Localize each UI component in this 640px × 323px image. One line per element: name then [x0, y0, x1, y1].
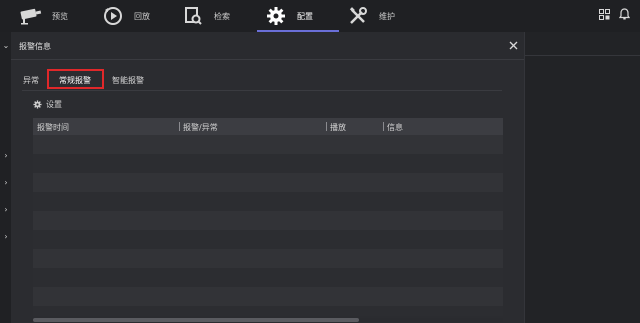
tab-divider — [22, 90, 502, 91]
nav-item-config[interactable]: 配置 — [263, 0, 313, 32]
panel-header: 报警信息 — [11, 32, 524, 60]
playback-icon — [100, 3, 126, 29]
table-row — [33, 135, 503, 154]
nav-item-maintenance[interactable]: 维护 — [345, 0, 395, 32]
top-navigation-bar: 预览 回放 检索 配置 维护 — [0, 0, 640, 32]
nav-item-search[interactable]: 检索 — [180, 0, 230, 32]
column-separator[interactable] — [326, 122, 327, 131]
camera-icon — [18, 3, 44, 29]
nav-item-preview[interactable]: 预览 — [18, 0, 68, 32]
column-separator[interactable] — [179, 122, 180, 131]
table-row — [33, 173, 503, 192]
settings-button[interactable]: 设置 — [33, 98, 62, 110]
right-area-header — [525, 32, 640, 56]
column-header-alarm-exception[interactable]: 报警/异常 — [183, 122, 218, 133]
table-row — [33, 287, 503, 306]
grid-icon[interactable] — [597, 7, 611, 21]
scrollbar-thumb[interactable] — [33, 318, 359, 322]
column-separator[interactable] — [383, 122, 384, 131]
tools-icon — [345, 3, 371, 29]
settings-label: 设置 — [46, 99, 62, 109]
table-row — [33, 192, 503, 211]
nav-item-playback[interactable]: 回放 — [100, 0, 150, 32]
table-row — [33, 249, 503, 268]
nav-label-playback: 回放 — [134, 11, 150, 21]
tab-smart-alarm[interactable]: 智能报警 — [112, 75, 144, 86]
column-header-alarm-time[interactable]: 报警时间 — [37, 122, 69, 133]
chevron-right-icon[interactable]: › — [2, 233, 10, 241]
nav-label-preview: 预览 — [52, 11, 68, 21]
gear-icon — [263, 3, 289, 29]
chevron-right-icon[interactable]: › — [2, 206, 10, 214]
tab-highlight-box — [47, 69, 104, 89]
settings-gear-icon — [33, 99, 42, 109]
left-gutter: ⌄ › › › › — [0, 32, 11, 323]
table-row — [33, 154, 503, 173]
column-header-info[interactable]: 信息 — [387, 122, 403, 133]
close-icon — [509, 41, 517, 49]
nav-label-config: 配置 — [297, 11, 313, 21]
table-row — [33, 268, 503, 287]
panel-title: 报警信息 — [19, 42, 51, 51]
nav-label-search: 检索 — [214, 11, 230, 21]
chevron-down-icon[interactable]: ⌄ — [2, 42, 10, 50]
right-side-area — [524, 32, 640, 323]
tab-exception[interactable]: 异常 — [23, 75, 39, 86]
chevron-right-icon[interactable]: › — [2, 179, 10, 187]
table-row — [33, 211, 503, 230]
horizontal-scrollbar[interactable] — [33, 318, 503, 322]
nav-label-maintenance: 维护 — [379, 11, 395, 21]
alarm-table: 报警时间 报警/异常 播放 信息 — [33, 118, 503, 316]
table-header: 报警时间 报警/异常 播放 信息 — [33, 118, 503, 135]
close-button[interactable] — [507, 39, 519, 51]
column-header-play[interactable]: 播放 — [330, 122, 346, 133]
search-doc-icon — [180, 3, 206, 29]
table-row — [33, 306, 503, 316]
bell-icon[interactable] — [617, 7, 631, 21]
table-row — [33, 230, 503, 249]
chevron-right-icon[interactable]: › — [2, 152, 10, 160]
